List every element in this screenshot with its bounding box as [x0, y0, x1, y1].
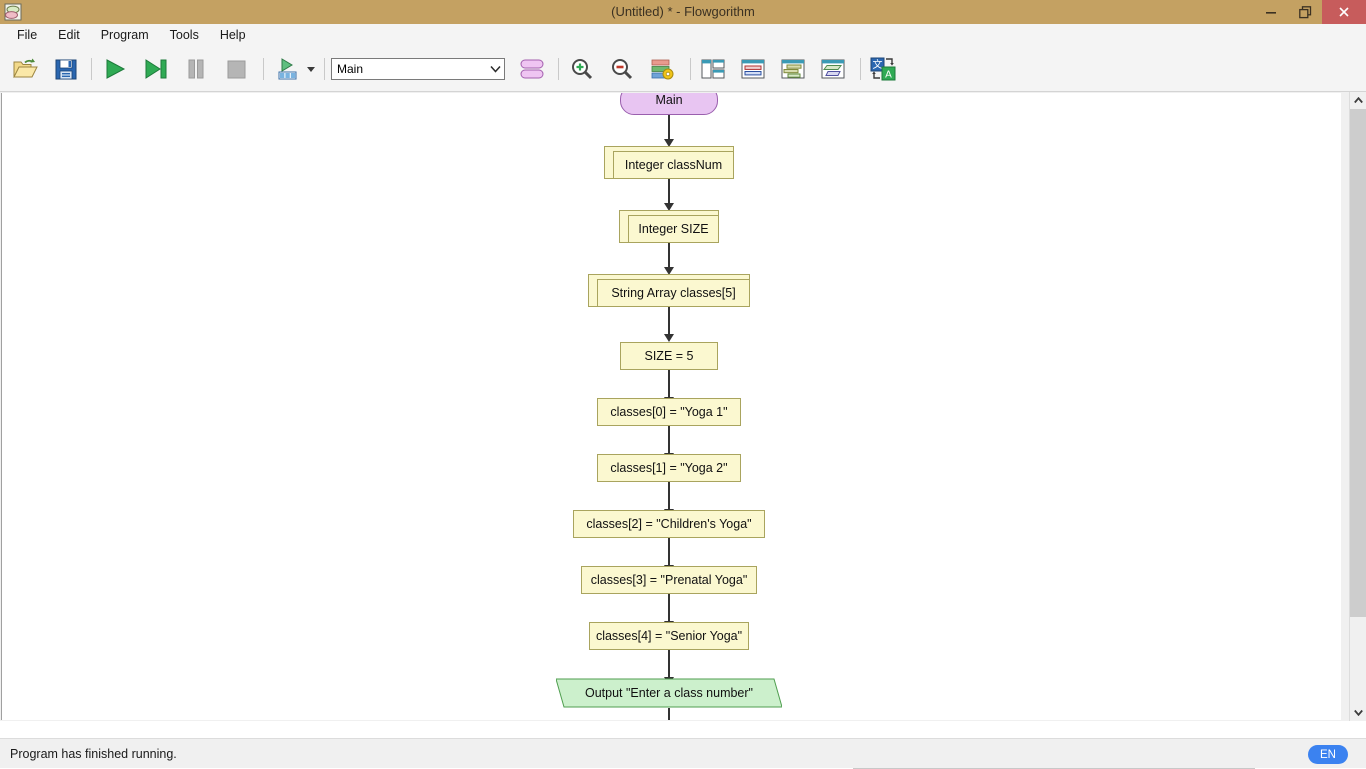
generate-code-icon[interactable] — [272, 46, 304, 92]
flow-node-declaration-size[interactable]: Integer SIZE — [628, 215, 719, 243]
minimize-button[interactable] — [1254, 0, 1288, 24]
window-title: (Untitled) * - Flowgorithm — [0, 0, 1366, 24]
flowchart-canvas-frame: Main Integer classNum Integer SIZE Strin… — [0, 92, 1366, 721]
menu-item-tools[interactable]: Tools — [161, 26, 208, 44]
view-split-icon[interactable] — [696, 46, 730, 92]
connector — [668, 243, 670, 269]
connector — [668, 179, 670, 205]
flow-node-assignment-classes2[interactable]: classes[2] = "Children's Yoga" — [573, 510, 765, 538]
flow-node-terminal-main: Main — [620, 93, 718, 115]
menu-item-help[interactable]: Help — [211, 26, 255, 44]
flow-node-label: classes[1] = "Yoga 2" — [610, 461, 727, 475]
open-file-icon[interactable] — [8, 46, 42, 92]
close-button[interactable] — [1322, 0, 1366, 24]
view-variables-icon[interactable] — [736, 46, 770, 92]
view-shapes-icon[interactable] — [816, 46, 850, 92]
flowchart-canvas[interactable]: Main Integer classNum Integer SIZE Strin… — [1, 93, 1341, 720]
toolbar-separator — [324, 58, 325, 80]
flow-node-label: Integer classNum — [625, 158, 722, 172]
connector — [668, 370, 670, 400]
language-badge[interactable]: EN — [1308, 745, 1348, 764]
menu-item-program[interactable]: Program — [92, 26, 158, 44]
zoom-out-icon[interactable] — [605, 46, 639, 92]
view-console-icon[interactable] — [776, 46, 810, 92]
flow-node-label: classes[3] = "Prenatal Yoga" — [591, 573, 748, 587]
flow-node-label: classes[0] = "Yoga 1" — [610, 405, 727, 419]
toolbar: 文 A — [0, 46, 1366, 92]
flow-node-assignment-classes1[interactable]: classes[1] = "Yoga 2" — [597, 454, 741, 482]
flow-node-label: classes[2] = "Children's Yoga" — [586, 517, 751, 531]
flow-node-label: classes[4] = "Senior Yoga" — [596, 629, 742, 643]
save-file-icon[interactable] — [49, 46, 83, 92]
toolbar-separator — [263, 58, 264, 80]
toolbar-separator — [558, 58, 559, 80]
maximize-button[interactable] — [1288, 0, 1322, 24]
vertical-scrollbar-thumb[interactable] — [1350, 109, 1366, 617]
flow-node-label: Main — [655, 93, 682, 107]
connector — [668, 538, 670, 568]
flow-node-label: SIZE = 5 — [645, 349, 694, 363]
toolbar-separator — [860, 58, 861, 80]
stop-icon[interactable] — [219, 46, 253, 92]
generate-code-dropdown-icon[interactable] — [303, 46, 319, 92]
connector — [668, 594, 670, 624]
flow-node-label: String Array classes[5] — [611, 286, 735, 300]
run-icon[interactable] — [98, 46, 132, 92]
title-bar: (Untitled) * - Flowgorithm — [0, 0, 1366, 24]
connector — [668, 307, 670, 337]
pause-icon[interactable] — [179, 46, 213, 92]
step-icon[interactable] — [139, 46, 173, 92]
menu-item-edit[interactable]: Edit — [49, 26, 89, 44]
flow-node-assignment-classes4[interactable]: classes[4] = "Senior Yoga" — [589, 622, 749, 650]
svg-text:文: 文 — [873, 58, 883, 71]
flow-node-label: Output "Enter a class number" — [585, 686, 753, 700]
menu-item-file[interactable]: File — [8, 26, 46, 44]
flow-node-assignment-classes3[interactable]: classes[3] = "Prenatal Yoga" — [581, 566, 757, 594]
zoom-in-icon[interactable] — [565, 46, 599, 92]
status-bar: Program has finished running. EN — [0, 738, 1366, 768]
flow-node-output-enter-class-number[interactable]: Output "Enter a class number" — [556, 678, 782, 708]
connector — [668, 708, 670, 720]
connector — [668, 482, 670, 512]
menu-bar: File Edit Program Tools Help — [0, 24, 1366, 46]
toolbar-separator — [91, 58, 92, 80]
chevron-down-icon[interactable] — [487, 59, 504, 79]
function-selector[interactable]: Main — [331, 58, 505, 80]
connector — [668, 650, 670, 680]
chevron-down-icon[interactable] — [1350, 704, 1366, 721]
language-icon[interactable]: 文 A — [866, 46, 900, 92]
arrowhead-icon — [664, 334, 674, 342]
chevron-up-icon[interactable] — [1350, 92, 1366, 109]
toolbar-separator — [690, 58, 691, 80]
flow-node-declaration-classnum[interactable]: Integer classNum — [613, 151, 734, 179]
status-message: Program has finished running. — [10, 739, 177, 769]
vertical-scrollbar[interactable] — [1349, 92, 1366, 721]
flow-node-assignment-classes0[interactable]: classes[0] = "Yoga 1" — [597, 398, 741, 426]
flow-node-assignment-size[interactable]: SIZE = 5 — [620, 342, 718, 370]
connector — [668, 115, 670, 141]
svg-text:A: A — [885, 70, 892, 81]
flow-node-declaration-classes[interactable]: String Array classes[5] — [597, 279, 750, 307]
connector — [668, 426, 670, 456]
display-settings-icon[interactable] — [645, 46, 679, 92]
function-selector-value: Main — [332, 62, 487, 76]
flow-node-label: Integer SIZE — [638, 222, 708, 236]
add-function-icon[interactable] — [515, 46, 549, 92]
